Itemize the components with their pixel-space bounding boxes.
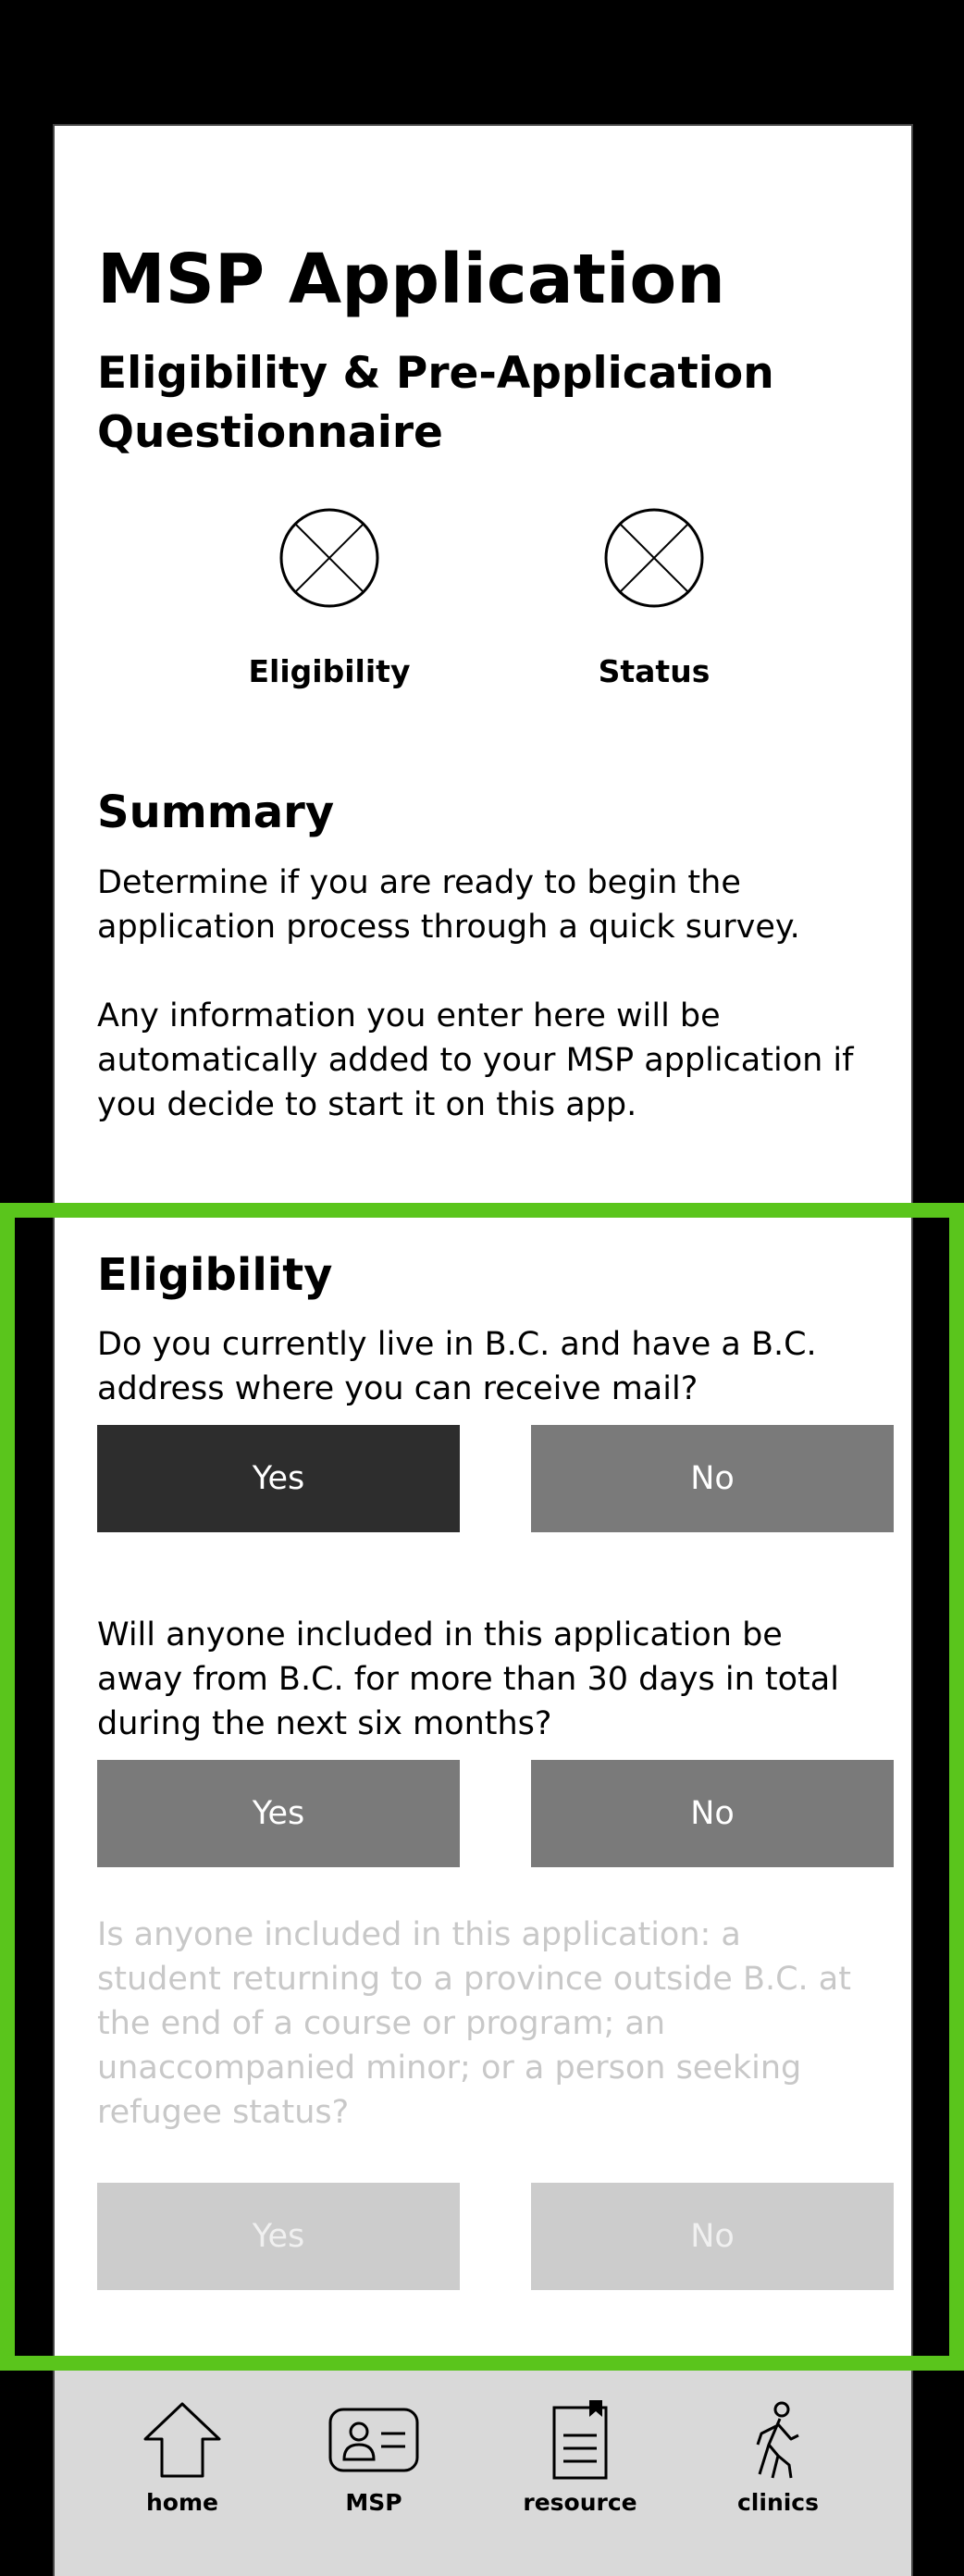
document-icon xyxy=(552,2400,608,2480)
q1-yes-button[interactable]: Yes xyxy=(97,1425,460,1532)
q2-no-button[interactable]: No xyxy=(531,1760,894,1867)
x-circle-icon xyxy=(279,508,379,608)
nav-label: home xyxy=(146,2489,218,2516)
page-title: MSP Application xyxy=(97,240,725,319)
id-card-icon xyxy=(328,2408,419,2472)
eligibility-heading: Eligibility xyxy=(97,1249,333,1301)
bottom-nav: home MSP resource clinics xyxy=(55,2371,911,2576)
step-label: Status xyxy=(598,653,711,689)
step-status[interactable]: Status xyxy=(534,507,774,689)
summary-note: Any information you enter here will be a… xyxy=(97,997,854,1123)
q2-yes-button[interactable]: Yes xyxy=(97,1760,460,1867)
q1-no-button[interactable]: No xyxy=(531,1425,894,1532)
q3-no-button: No xyxy=(531,2183,894,2290)
home-icon xyxy=(143,2402,221,2478)
nav-label: MSP xyxy=(345,2489,402,2516)
nav-label: resource xyxy=(523,2489,637,2516)
summary-intro: Determine if you are ready to begin the … xyxy=(97,864,800,946)
step-eligibility[interactable]: Eligibility xyxy=(209,507,450,689)
q3-yes-button: Yes xyxy=(97,2183,460,2290)
question-bc-resident: Do you currently live in B.C. and have a… xyxy=(97,1326,817,1407)
page-subtitle: Eligibility & Pre-Application Questionna… xyxy=(97,348,774,458)
nav-item-home[interactable]: home xyxy=(99,2398,266,2516)
nav-label: clinics xyxy=(736,2489,820,2516)
x-circle-icon xyxy=(604,508,704,608)
question-away-30-days: Will anyone included in this application… xyxy=(97,1616,839,1742)
walking-person-icon xyxy=(756,2401,799,2479)
step-label: Eligibility xyxy=(248,653,411,689)
summary-heading: Summary xyxy=(97,786,335,838)
nav-item-msp[interactable]: MSP xyxy=(290,2398,457,2516)
nav-item-clinics[interactable]: clinics xyxy=(695,2398,861,2516)
question-student-minor-refugee: Is anyone included in this application: … xyxy=(97,1916,851,2131)
nav-item-resource[interactable]: resource xyxy=(497,2398,663,2516)
